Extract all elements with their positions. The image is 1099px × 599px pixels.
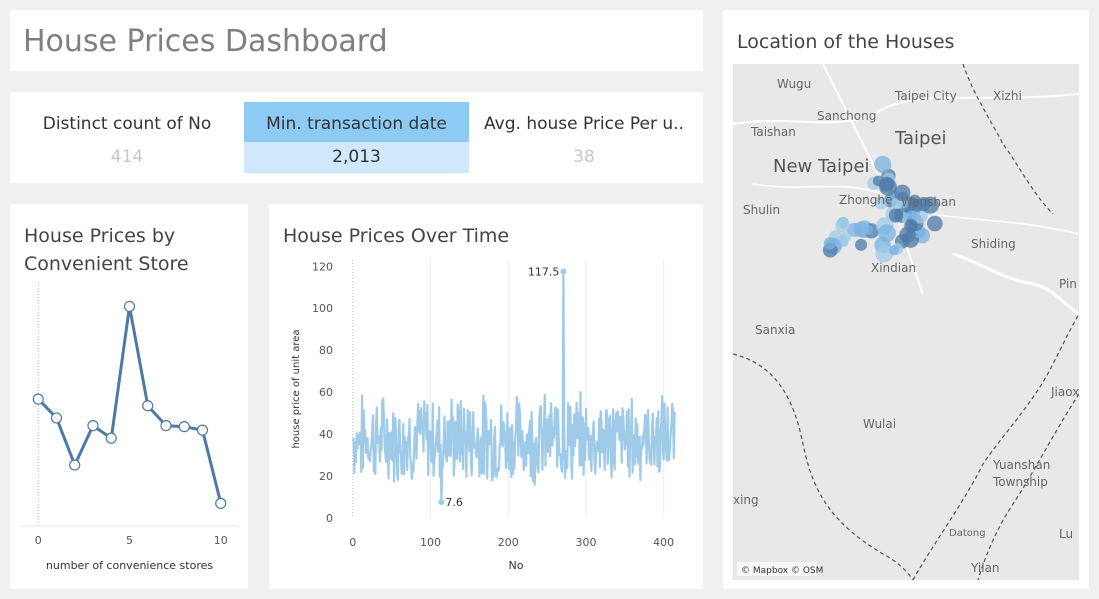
y-tick-label: 120 <box>312 260 333 273</box>
data-label: 7.6 <box>445 496 463 509</box>
map-panel: Location of the Houses Wugu Taipei City Xi… <box>723 10 1089 589</box>
map-place-label: Taipei <box>894 128 947 149</box>
y-tick-label: 80 <box>319 344 333 357</box>
map-place-label: Xizhi <box>993 89 1022 103</box>
map-place-label: Yuanshan <box>992 458 1050 472</box>
map-place-label: Xindian <box>871 261 916 275</box>
map-canvas[interactable]: Wugu Taipei City Xizhi Sanchong Taishan Taipe… <box>733 64 1079 580</box>
boundary-line <box>733 353 914 580</box>
house-location-dot <box>904 219 918 233</box>
map-view[interactable]: Wugu Taipei City Xizhi Sanchong Taishan Taipe… <box>733 64 1079 580</box>
annotated-point <box>438 499 445 506</box>
kpi-value: 2,013 <box>244 142 469 173</box>
y-tick-label: 60 <box>319 386 333 399</box>
map-place-label: Taipei City <box>894 89 957 103</box>
map-place-label: Wulai <box>863 417 896 431</box>
price-over-time-chart[interactable]: 0 100 200 300 400 0 20 40 60 80 100 120 No house pric… <box>269 204 703 589</box>
y-tick-label: 40 <box>319 428 333 441</box>
data-point <box>32 393 44 405</box>
kpi-panel: Distinct count of No 414 Min. transactio… <box>10 92 703 183</box>
house-location-dot <box>874 155 892 173</box>
house-location-dot <box>879 176 895 192</box>
data-label: 117.5 <box>528 266 560 279</box>
x-axis-title: No <box>509 559 524 572</box>
house-location-dot <box>889 244 900 256</box>
map-place-label: Pin <box>1059 277 1077 291</box>
kpi-label: Avg. house Price Per u.. <box>484 114 684 134</box>
y-tick-label: 20 <box>319 470 333 483</box>
map-place-label: Zhonghe <box>839 193 892 207</box>
convenience-store-chart-panel: House Prices by Convenient Store 0 5 10 num… <box>10 204 248 589</box>
x-tick-label: 0 <box>35 534 42 547</box>
house-location-dot <box>888 208 904 223</box>
house-location-dot <box>927 215 943 232</box>
price-over-time-chart-panel: House Prices Over Time 0 100 200 300 400 0 20 4… <box>269 204 703 589</box>
x-tick-label: 100 <box>420 536 441 549</box>
dashboard-title: House Prices Dashboard <box>23 24 388 59</box>
x-tick-label: 0 <box>349 536 356 549</box>
map-place-label: xing <box>733 493 759 507</box>
map-place-label: Shulin <box>743 203 780 217</box>
kpi-value: 38 <box>573 147 595 167</box>
map-place-label: Wenshan <box>901 195 956 209</box>
series-line <box>352 270 676 504</box>
boundary-line <box>962 64 1054 215</box>
map-place-label: Sanchong <box>817 109 876 123</box>
x-tick-label: 400 <box>653 536 674 549</box>
data-point <box>123 300 136 313</box>
y-axis-title: house price of unit area <box>291 329 302 448</box>
boundary-line <box>912 313 1079 580</box>
kpi-min-transaction-date[interactable]: Min. transaction date 2,013 <box>244 102 469 174</box>
x-tick-label: 200 <box>498 536 519 549</box>
data-point <box>215 497 227 509</box>
data-point <box>160 420 172 432</box>
kpi-value: 414 <box>110 147 144 167</box>
map-place-label: Wugu <box>777 77 811 91</box>
data-point <box>105 432 117 444</box>
y-tick-label: 100 <box>312 302 333 315</box>
map-place-label: Yilan <box>970 561 1000 575</box>
map-title: Location of the Houses <box>737 31 955 53</box>
house-location-dot <box>823 237 837 250</box>
x-tick-label: 5 <box>126 534 133 547</box>
map-place-label: New Taipei <box>773 156 870 177</box>
house-location-dot <box>855 238 868 251</box>
kpi-label: Min. transaction date <box>244 102 469 142</box>
data-point <box>69 459 81 471</box>
map-place-label: Jiaox <box>1050 385 1079 399</box>
x-axis-title: number of convenience stores <box>46 559 213 572</box>
map-place-label: Lu <box>1059 527 1073 541</box>
data-point <box>50 412 63 424</box>
x-tick-label: 10 <box>214 534 228 547</box>
y-tick-label: 0 <box>326 512 333 525</box>
data-point <box>178 421 190 433</box>
map-place-label: Township <box>992 475 1048 489</box>
map-place-label: Sanxia <box>755 323 795 337</box>
series-line <box>37 304 223 504</box>
map-place-label: Datong <box>949 528 986 539</box>
map-place-label: Shiding <box>971 237 1016 251</box>
kpi-avg-house-price[interactable]: Avg. house Price Per u.. 38 <box>469 102 699 174</box>
kpi-distinct-count[interactable]: Distinct count of No 414 <box>10 102 244 174</box>
x-tick-label: 300 <box>575 536 596 549</box>
dashboard-title-panel: House Prices Dashboard <box>10 10 703 71</box>
data-point <box>142 400 154 412</box>
data-point <box>87 420 99 432</box>
annotated-point <box>560 268 567 275</box>
map-attribution: © Mapbox © OSM <box>741 566 823 576</box>
kpi-label: Distinct count of No <box>42 114 212 134</box>
data-point <box>196 424 209 436</box>
map-place-label: Taishan <box>750 125 796 139</box>
convenience-store-chart[interactable]: 0 5 10number of convenience stores <box>10 204 248 589</box>
